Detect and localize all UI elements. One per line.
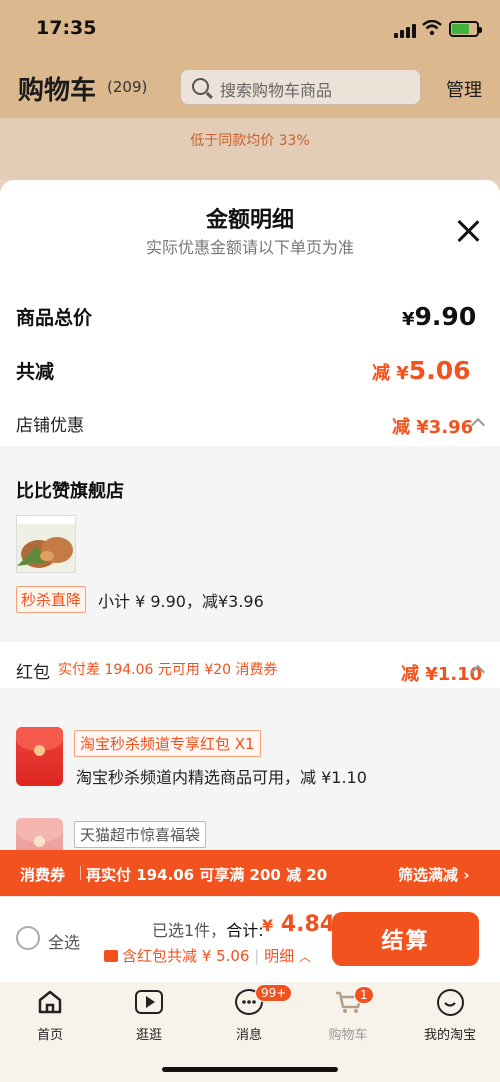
play-icon[interactable] — [135, 990, 163, 1014]
cart-count: (209) — [107, 78, 148, 96]
shop-discount-value[interactable]: 减 ¥3.96 — [392, 413, 473, 439]
selected-info: 已选1件，合计: — [152, 921, 264, 940]
close-icon[interactable] — [456, 219, 480, 243]
sheet-title: 金额明细 — [205, 208, 294, 233]
packet-desc: 淘宝秒杀频道内精选商品可用，减 ¥1.10 — [76, 768, 367, 787]
page-title: 购物车 — [18, 76, 97, 106]
reduce-label: 共减 — [16, 361, 55, 383]
red-packet-icon — [16, 727, 63, 786]
search-icon — [192, 78, 209, 95]
status-time: 17:35 — [36, 17, 97, 39]
shop-name: 比比赞旗舰店 — [16, 481, 124, 502]
detail-link[interactable]: 明细 — [264, 947, 294, 965]
seckill-tag: 秒杀直降 — [16, 586, 87, 613]
tab-cart[interactable]: 购物车 — [313, 1024, 383, 1043]
filter-link[interactable]: 筛选满减 › — [398, 864, 469, 885]
shop-discount-label: 店铺优惠 — [16, 416, 84, 436]
divider — [80, 866, 81, 880]
shop-subtotal: 小计 ¥ 9.90，减¥3.96 — [98, 592, 264, 611]
red-packet-icon — [16, 818, 63, 850]
cart-badge: 1 — [354, 986, 374, 1004]
select-all-radio[interactable] — [16, 926, 40, 950]
hongbao-note: 实付差 194.06 元可用 ¥20 消费券 — [58, 662, 278, 678]
total-value: ¥9.90 — [402, 302, 477, 331]
packet-tag: 淘宝秒杀频道专享红包 X1 — [74, 730, 261, 757]
pack-save[interactable]: 含红包共减 ¥ 5.06 | 明细 ︿ — [104, 945, 311, 966]
tab-my-taobao[interactable]: 我的淘宝 — [415, 1024, 485, 1043]
product-thumbnail — [16, 515, 76, 573]
hongbao-label: 红包 — [16, 663, 50, 683]
ticket-icon — [104, 950, 118, 962]
search-placeholder: 搜索购物车商品 — [220, 81, 333, 100]
battery-icon — [449, 21, 482, 37]
smile-icon[interactable] — [437, 989, 464, 1016]
select-all-label[interactable]: 全选 — [48, 929, 80, 953]
home-icon[interactable] — [37, 989, 63, 1015]
home-indicator — [162, 1067, 338, 1072]
sum-value: ¥ 4.84 — [262, 912, 336, 937]
tab-messages[interactable]: 消息 — [214, 1024, 284, 1043]
tab-home[interactable]: 首页 — [15, 1024, 85, 1043]
checkout-button[interactable]: 结算 — [332, 912, 479, 966]
wifi-icon — [422, 20, 442, 36]
message-badge: 99+ — [255, 984, 293, 1002]
manage-button[interactable]: 管理 — [446, 76, 482, 102]
price-note: 低于同款均价 33% — [190, 133, 310, 149]
coupon-text: 再实付 194.06 可享满 200 减 20 — [86, 866, 328, 884]
signal-icon — [394, 24, 416, 38]
hongbao-value[interactable]: 减 ¥1.10 — [401, 660, 482, 686]
packet-tag: 天猫超市惊喜福袋 — [74, 821, 207, 848]
total-label: 商品总价 — [16, 307, 93, 329]
tab-stroll[interactable]: 逛逛 — [114, 1024, 184, 1043]
reduce-value: 减 ¥5.06 — [372, 356, 471, 385]
sheet-subtitle: 实际优惠金额请以下单页为准 — [145, 238, 354, 257]
coupon-tag: 消费券 — [20, 866, 66, 884]
